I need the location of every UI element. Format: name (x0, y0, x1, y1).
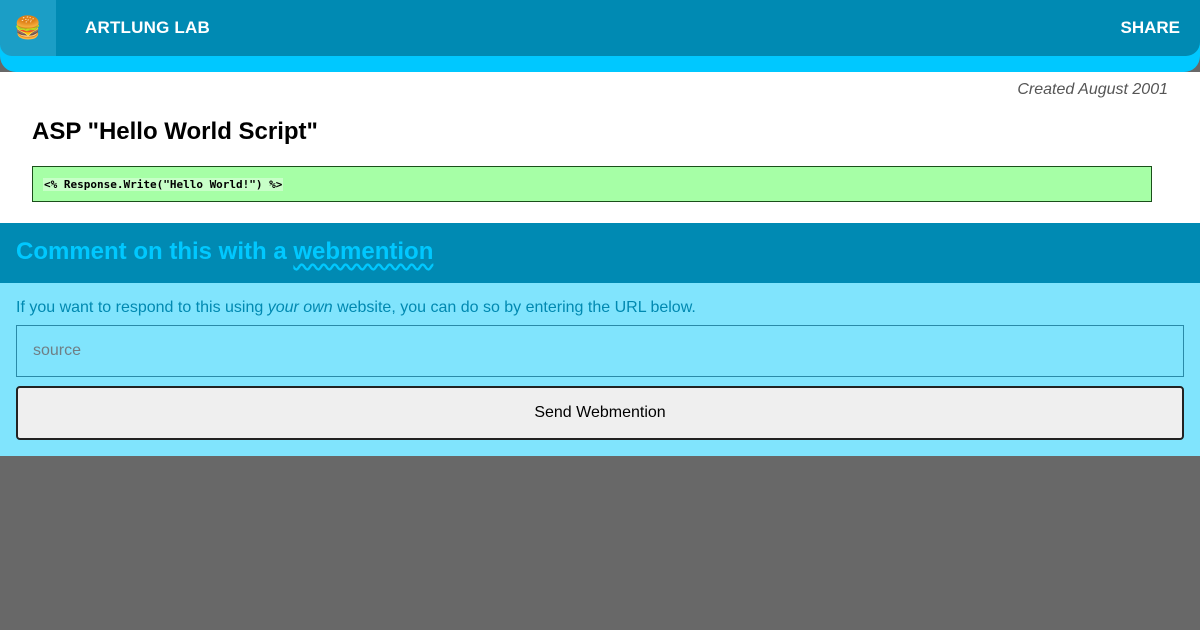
intro-text-before: If you want to respond to this using (16, 299, 268, 316)
page-title: ASP "Hello World Script" (32, 118, 318, 145)
hamburger-menu-icon[interactable]: 🍔 (0, 0, 56, 56)
post-content: Created August 2001 ASP "Hello World Scr… (0, 72, 1200, 223)
intro-emphasis: your own (267, 299, 333, 316)
webmention-intro: If you want to respond to this using you… (16, 299, 696, 317)
intro-text-after: website, you can do so by entering the U… (332, 299, 696, 316)
source-url-input[interactable] (16, 325, 1184, 377)
code-block: <% Response.Write("Hello World!") %> (32, 166, 1152, 202)
webmention-form: If you want to respond to this using you… (0, 283, 1200, 456)
created-date: Created August 2001 (1017, 81, 1168, 98)
comment-section-header: Comment on this with a webmention (0, 223, 1200, 283)
webmention-link[interactable]: webmention (293, 238, 433, 265)
comment-heading: Comment on this with a webmention (16, 238, 433, 266)
send-webmention-button[interactable]: Send Webmention (16, 386, 1184, 440)
site-header: 🍔 ARTLUNG LAB SHARE (0, 0, 1200, 56)
share-link[interactable]: SHARE (1120, 18, 1180, 38)
code-snippet: <% Response.Write("Hello World!") %> (43, 178, 284, 191)
site-title-link[interactable]: ARTLUNG LAB (85, 18, 210, 38)
comment-heading-text: Comment on this with a (16, 238, 294, 265)
